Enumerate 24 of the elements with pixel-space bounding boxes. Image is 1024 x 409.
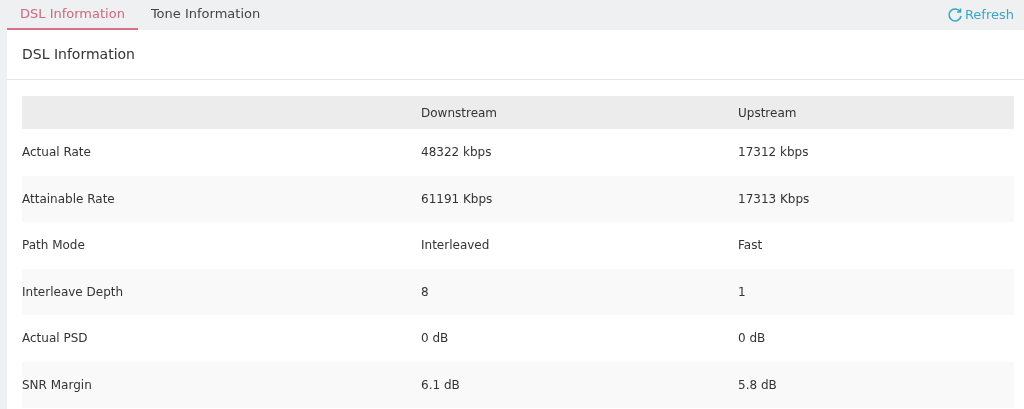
- table-cell-text: 6.1 dB: [421, 376, 460, 394]
- table-cell-text: 5.8 dB: [738, 376, 777, 394]
- refresh-icon: [946, 7, 963, 23]
- table-cell-text: 1: [738, 283, 746, 301]
- table-cell-text: Interleave Depth: [22, 283, 124, 301]
- refresh-button[interactable]: Refresh: [946, 0, 1014, 30]
- table-cell-text: 8: [421, 283, 429, 301]
- table-cell-text: 0 dB: [738, 330, 766, 348]
- table-cell-text: Fast: [738, 237, 763, 255]
- table-cell-text: Path Mode: [22, 237, 85, 255]
- column-header: Downstream: [421, 104, 498, 122]
- column-header: Upstream: [738, 104, 797, 122]
- table-cell-text: Attainable Rate: [22, 190, 115, 208]
- table-cell-text: Actual PSD: [22, 330, 88, 348]
- table-cell-text: Actual Rate: [22, 144, 91, 162]
- table-cell-text: Interleaved: [421, 237, 490, 255]
- panel-title: DSL Information: [22, 45, 135, 64]
- table-cell-text: 61191 Kbps: [421, 190, 493, 208]
- table-cell-text: 17313 Kbps: [738, 190, 810, 208]
- table-cell-text: SNR Margin: [22, 376, 92, 394]
- table-cell-text: 0 dB: [421, 330, 449, 348]
- table-cell-text: 48322 kbps: [421, 144, 492, 162]
- table-cell-text: 17312 kbps: [738, 144, 809, 162]
- tab[interactable]: Tone Information: [137, 0, 274, 30]
